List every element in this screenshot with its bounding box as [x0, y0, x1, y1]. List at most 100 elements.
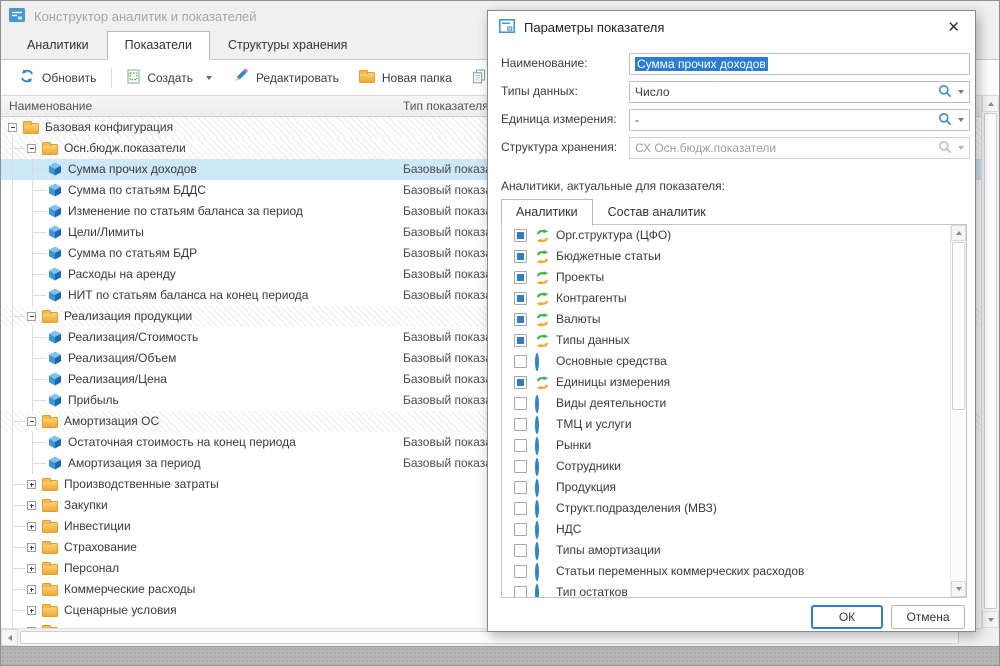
circle-icon: [535, 397, 539, 411]
analytics-list-item[interactable]: Единицы измерения: [502, 372, 966, 393]
refresh-button[interactable]: Обновить: [9, 63, 106, 92]
column-header-type[interactable]: Тип показателя: [403, 99, 489, 113]
close-icon[interactable]: ✕: [944, 18, 963, 37]
item-checkbox[interactable]: [514, 313, 527, 326]
analytics-list-item[interactable]: Сотрудники: [502, 456, 966, 477]
collapse-toggle[interactable]: [27, 144, 36, 153]
circle-icon: [535, 523, 539, 537]
item-checkbox[interactable]: [514, 292, 527, 305]
tab-dialog-analytics-composition[interactable]: Состав аналитик: [593, 199, 721, 226]
collapse-toggle[interactable]: [27, 312, 36, 321]
edit-button[interactable]: Редактировать: [222, 63, 349, 92]
refresh-label: Обновить: [42, 71, 96, 85]
analytics-list-item[interactable]: Орг.структура (ЦФО): [502, 225, 966, 246]
analytics-list-item[interactable]: Виды деятельности: [502, 393, 966, 414]
item-checkbox[interactable]: [514, 376, 527, 389]
analytics-list-item[interactable]: Типы амортизации: [502, 540, 966, 561]
item-checkbox[interactable]: [514, 460, 527, 473]
tab-dialog-analytics[interactable]: Аналитики: [501, 199, 593, 226]
list-scroll-thumb[interactable]: [952, 242, 965, 410]
list-vertical-scrollbar[interactable]: [950, 225, 966, 597]
item-checkbox[interactable]: [514, 397, 527, 410]
new-folder-button[interactable]: Новая папка: [349, 66, 462, 90]
item-checkbox[interactable]: [514, 439, 527, 452]
scroll-up-button[interactable]: [982, 95, 999, 112]
analytics-list-item[interactable]: НДС: [502, 519, 966, 540]
unit-lookup[interactable]: -: [629, 109, 970, 131]
analytics-list-item[interactable]: Бюджетные статьи: [502, 246, 966, 267]
item-checkbox[interactable]: [514, 229, 527, 242]
analytics-list-item[interactable]: Тип остатков: [502, 582, 966, 598]
tree-guide-line: [12, 327, 13, 348]
scroll-left-button[interactable]: [1, 629, 18, 646]
item-checkbox[interactable]: [514, 481, 527, 494]
cancel-button[interactable]: Отмена: [891, 605, 965, 629]
arrow-left-icon: [8, 635, 12, 641]
analytics-list-item[interactable]: Продукция: [502, 477, 966, 498]
column-header-name[interactable]: Наименование: [9, 99, 92, 113]
new-folder-label: Новая папка: [382, 71, 452, 85]
create-button[interactable]: Создать: [117, 64, 222, 92]
ok-button[interactable]: ОК: [811, 605, 883, 629]
data-types-lookup[interactable]: Число: [629, 81, 970, 103]
collapse-toggle[interactable]: [27, 417, 36, 426]
chevron-down-icon[interactable]: [958, 118, 964, 122]
item-label: НДС: [556, 519, 581, 540]
analytics-list-item[interactable]: Основные средства: [502, 351, 966, 372]
horizontal-scroll-thumb[interactable]: [20, 631, 959, 644]
item-checkbox[interactable]: [514, 418, 527, 431]
item-checkbox[interactable]: [514, 355, 527, 368]
expand-toggle[interactable]: [27, 585, 36, 594]
list-scroll-up-button[interactable]: [951, 225, 966, 241]
analytics-list-item[interactable]: Проекты: [502, 267, 966, 288]
expand-toggle[interactable]: [27, 564, 36, 573]
tree-row-label: Коммерческие расходы: [64, 579, 195, 600]
item-checkbox[interactable]: [514, 250, 527, 263]
analytics-list-item[interactable]: Контрагенты: [502, 288, 966, 309]
magnifier-icon-disabled: [938, 140, 952, 157]
expand-toggle[interactable]: [27, 543, 36, 552]
swap-arrows-icon: [535, 250, 550, 267]
tree-row-label: Сценарные условия: [64, 600, 177, 621]
item-checkbox[interactable]: [514, 586, 527, 598]
item-checkbox[interactable]: [514, 565, 527, 578]
name-input-selected-text: Сумма прочих доходов: [635, 57, 768, 71]
item-checkbox[interactable]: [514, 271, 527, 284]
expand-toggle[interactable]: [27, 480, 36, 489]
tree-row-label: Расходы на аренду: [68, 264, 176, 285]
name-input[interactable]: Сумма прочих доходов: [629, 53, 970, 75]
item-checkbox[interactable]: [514, 334, 527, 347]
scroll-down-button[interactable]: [982, 611, 999, 628]
swap-arrows-icon: [535, 271, 550, 288]
folder-icon: [42, 144, 58, 155]
expand-toggle[interactable]: [27, 501, 36, 510]
tab-indicators[interactable]: Показатели: [107, 31, 210, 60]
expand-toggle[interactable]: [27, 522, 36, 531]
tree-row-label: НИТ по статьям баланса на конец периода: [68, 285, 308, 306]
analytics-list-item[interactable]: Типы данных: [502, 330, 966, 351]
analytics-list-item[interactable]: Структ.подразделения (МВЗ): [502, 498, 966, 519]
create-dropdown-caret-icon[interactable]: [206, 76, 212, 80]
tab-analytics[interactable]: Аналитики: [9, 31, 107, 60]
tree-row-label: Персонал: [64, 558, 119, 579]
analytics-list-item[interactable]: ТМЦ и услуги: [502, 414, 966, 435]
analytics-list-item[interactable]: Рынки: [502, 435, 966, 456]
magnifier-icon[interactable]: [938, 84, 952, 101]
tree-guide-stub: [12, 421, 25, 422]
main-vertical-scrollbar[interactable]: [981, 95, 999, 628]
item-label: Структ.подразделения (МВЗ): [556, 498, 717, 519]
analytics-list-item[interactable]: Валюты: [502, 309, 966, 330]
analytics-list-item[interactable]: Статьи переменных коммерческих расходов: [502, 561, 966, 582]
tab-storage-structures[interactable]: Структуры хранения: [210, 31, 365, 60]
circle-icon: [535, 439, 539, 453]
collapse-toggle[interactable]: [8, 123, 17, 132]
item-checkbox[interactable]: [514, 544, 527, 557]
vertical-scroll-thumb[interactable]: [984, 113, 997, 609]
item-checkbox[interactable]: [514, 523, 527, 536]
tree-row-label: Инвестиции: [64, 516, 131, 537]
expand-toggle[interactable]: [27, 606, 36, 615]
item-checkbox[interactable]: [514, 502, 527, 515]
chevron-down-icon[interactable]: [958, 90, 964, 94]
list-scroll-down-button[interactable]: [951, 581, 966, 597]
magnifier-icon[interactable]: [938, 112, 952, 129]
